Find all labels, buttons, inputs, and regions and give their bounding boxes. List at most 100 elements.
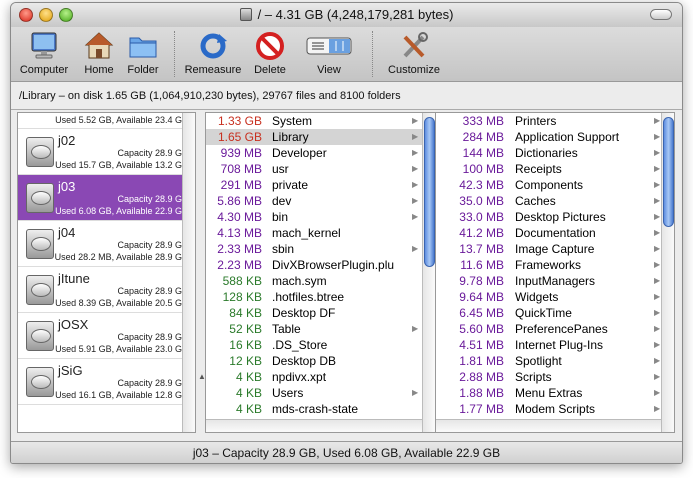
file-row[interactable]: 2.23 MB DivXBrowserPlugin.plu: [206, 257, 435, 273]
file-name: mach.sym: [272, 274, 327, 288]
file-row[interactable]: 144 MB Dictionaries ▶: [436, 145, 674, 161]
file-name: Documentation: [515, 226, 596, 240]
file-row[interactable]: 333 MB Printers ▶: [436, 113, 674, 129]
disk-item[interactable]: jItune Capacity 28.9 GB Used 8.39 GB, Avai…: [18, 267, 195, 313]
disclosure-arrow-icon: ▶: [654, 308, 661, 317]
disk-list-container: Used 5.52 GB, Available 23.4 GB j02 Capaci…: [18, 113, 195, 405]
disclosure-arrow-icon: ▶: [654, 276, 661, 285]
disclosure-arrow-icon: ▶: [654, 132, 661, 141]
file-row[interactable]: 52 KB Table ▶: [206, 321, 435, 337]
file-row[interactable]: 11.6 MB Frameworks ▶: [436, 257, 674, 273]
home-button[interactable]: Home: [81, 31, 117, 76]
disk-item[interactable]: j04 Capacity 28.9 GB Used 28.2 MB, Availab…: [18, 221, 195, 267]
file-row[interactable]: 5.60 MB PreferencePanes ▶: [436, 321, 674, 337]
library-column-scroll-thumb[interactable]: [663, 117, 674, 227]
file-row[interactable]: 13.7 MB Image Capture ▶: [436, 241, 674, 257]
disclosure-arrow-icon: ▶: [654, 212, 661, 221]
disk-usage: Used 15.7 GB, Available 13.2 GB: [55, 160, 188, 170]
disk-item[interactable]: jSiG Capacity 28.9 GB Used 16.1 GB, Availa…: [18, 359, 195, 405]
root-column-hscrollbar[interactable]: [206, 419, 422, 432]
library-column-scrollbar[interactable]: [661, 113, 674, 432]
file-row[interactable]: 2.33 MB sbin ▶: [206, 241, 435, 257]
file-row[interactable]: 6.45 MB QuickTime ▶: [436, 305, 674, 321]
file-row[interactable]: 42.3 MB Components ▶: [436, 177, 674, 193]
hard-disk-icon: [26, 137, 54, 167]
file-row[interactable]: 41.2 MB Documentation ▶: [436, 225, 674, 241]
file-size: 1.77 MB: [459, 402, 504, 416]
disk-item[interactable]: jOSX Capacity 28.9 GB Used 5.91 GB, Availa…: [18, 313, 195, 359]
file-row[interactable]: 4.13 MB mach_kernel: [206, 225, 435, 241]
file-row[interactable]: 708 MB usr ▶: [206, 161, 435, 177]
file-row[interactable]: 284 MB Application Support ▶: [436, 129, 674, 145]
file-row[interactable]: 588 KB mach.sym: [206, 273, 435, 289]
root-column-scroll-thumb[interactable]: [424, 117, 435, 267]
file-row[interactable]: 4 KB npdivx.xpt: [206, 369, 435, 385]
disk-list[interactable]: Used 5.52 GB, Available 23.4 GB j02 Capaci…: [17, 112, 196, 433]
file-row[interactable]: 4 KB Users ▶: [206, 385, 435, 401]
zoom-button[interactable]: [59, 8, 73, 22]
disclosure-arrow-icon: ▶: [654, 260, 661, 269]
file-name: Spotlight: [515, 354, 562, 368]
disclosure-arrow-icon: ▶: [654, 244, 661, 253]
file-row[interactable]: 1.77 MB Modem Scripts ▶: [436, 401, 674, 417]
disk-capacity: Capacity 28.9 GB: [117, 378, 188, 388]
file-size: 41.2 MB: [459, 226, 504, 240]
file-row[interactable]: 4 KB mds-crash-state: [206, 401, 435, 417]
disk-item[interactable]: j02 Capacity 28.9 GB Used 15.7 GB, Availab…: [18, 129, 195, 175]
file-row[interactable]: 1.81 MB Spotlight ▶: [436, 353, 674, 369]
disk-list-scrollbar[interactable]: [182, 113, 195, 432]
customize-button[interactable]: Customize: [381, 31, 447, 76]
file-row[interactable]: 9.78 MB InputManagers ▶: [436, 273, 674, 289]
file-name: QuickTime: [515, 306, 572, 320]
toolbar-toggle-button[interactable]: [650, 9, 672, 20]
library-column[interactable]: 333 MB Printers ▶ 284 MB Application Support…: [435, 112, 675, 433]
file-row[interactable]: 16 KB .DS_Store: [206, 337, 435, 353]
file-size: 1.65 GB: [217, 130, 262, 144]
library-column-hscrollbar[interactable]: [436, 419, 661, 432]
file-row[interactable]: 33.0 MB Desktop Pictures ▶: [436, 209, 674, 225]
remeasure-button[interactable]: Remeasure: [181, 31, 245, 76]
file-size: 11.6 MB: [460, 258, 504, 272]
file-row[interactable]: 12 KB Desktop DB: [206, 353, 435, 369]
disk-item[interactable]: j03 Capacity 28.9 GB Used 6.08 GB, Availab…: [18, 175, 195, 221]
computer-button[interactable]: Computer: [19, 31, 69, 76]
view-button[interactable]: View: [304, 31, 354, 76]
hard-disk-icon: [26, 321, 54, 351]
delete-button[interactable]: Delete: [250, 31, 290, 76]
folder-button[interactable]: Folder: [122, 31, 164, 76]
disk-capacity: Capacity 28.9 GB: [117, 194, 188, 204]
file-row[interactable]: 5.86 MB dev ▶: [206, 193, 435, 209]
disk-icon: [239, 8, 252, 21]
file-row[interactable]: 128 KB .hotfiles.btree: [206, 289, 435, 305]
file-row[interactable]: 35.0 MB Caches ▶: [436, 193, 674, 209]
path-info: /Library – on disk 1.65 GB (1,064,910,23…: [11, 82, 682, 110]
disk-item[interactable]: Used 5.52 GB, Available 23.4 GB: [18, 113, 195, 129]
window-controls: [19, 8, 73, 22]
file-name: Caches: [515, 194, 556, 208]
file-name: Widgets: [515, 290, 559, 304]
file-row[interactable]: 100 MB Receipts ▶: [436, 161, 674, 177]
file-size: 5.86 MB: [217, 194, 262, 208]
root-column[interactable]: 1.33 GB System ▶ 1.65 GB Library ▶ 939 MB Devel…: [205, 112, 436, 433]
file-row[interactable]: 1.33 GB System ▶: [206, 113, 435, 129]
file-name: mds-crash-state: [272, 402, 359, 416]
file-row[interactable]: 4.51 MB Internet Plug-Ins ▶: [436, 337, 674, 353]
file-name: DivXBrowserPlugin.plu: [272, 258, 395, 272]
close-button[interactable]: [19, 8, 33, 22]
file-size: 4 KB: [235, 370, 262, 384]
file-size: 9.64 MB: [459, 290, 504, 304]
file-row[interactable]: 939 MB Developer ▶: [206, 145, 435, 161]
file-row[interactable]: 1.88 MB Menu Extras ▶: [436, 385, 674, 401]
root-column-scrollbar[interactable]: [422, 113, 435, 432]
file-row[interactable]: 84 KB Desktop DF: [206, 305, 435, 321]
file-name: Desktop DB: [272, 354, 337, 368]
minimize-button[interactable]: [39, 8, 53, 22]
file-row[interactable]: 1.65 GB Library ▶: [206, 129, 435, 145]
file-row[interactable]: 4.30 MB bin ▶: [206, 209, 435, 225]
disclosure-arrow-icon: ▶: [412, 116, 419, 125]
hard-disk-icon: [26, 183, 54, 213]
file-row[interactable]: 291 MB private ▶: [206, 177, 435, 193]
file-row[interactable]: 2.88 MB Scripts ▶: [436, 369, 674, 385]
file-row[interactable]: 9.64 MB Widgets ▶: [436, 289, 674, 305]
file-name: bin: [272, 210, 289, 224]
